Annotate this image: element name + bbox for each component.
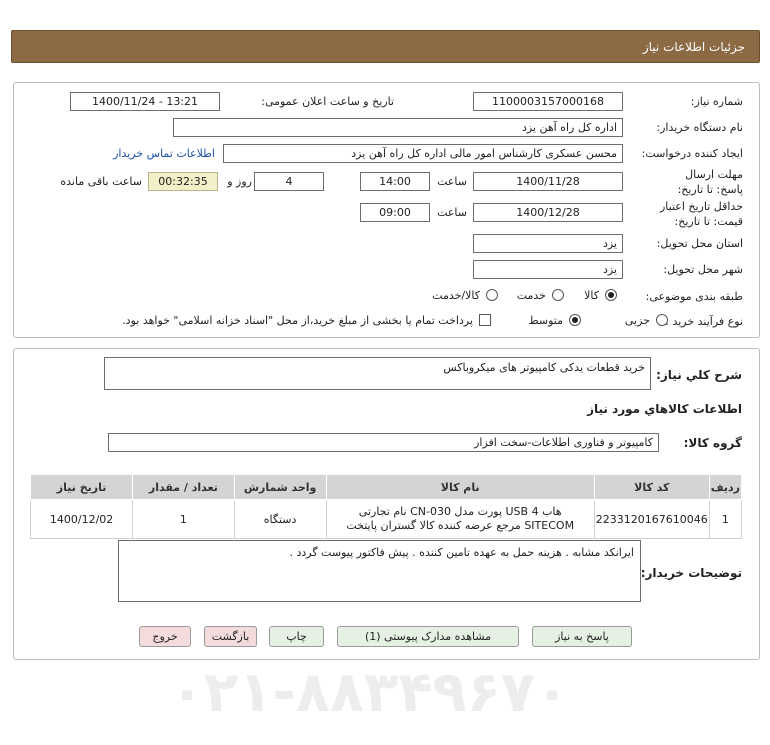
exit-button[interactable]: خروج (139, 626, 191, 647)
delivery-city-label: شهر محل تحویل: (663, 263, 743, 276)
category-option-goods: کالا (584, 289, 599, 302)
delivery-province-label: استان محل تحویل: (656, 237, 743, 250)
category-radio-service[interactable] (552, 289, 564, 301)
col-row: ردیف (708, 474, 743, 500)
validity-date-field: 1400/12/28 (473, 203, 623, 222)
col-date: تاریخ نیاز (29, 474, 134, 500)
category-option-service: خدمت (516, 289, 546, 302)
general-desc-label: شرح کلي نياز: (656, 368, 742, 382)
buyer-org-label: نام دستگاه خریدار: (656, 121, 743, 134)
col-code: کد کالا (593, 474, 710, 500)
cell-date: 1400/12/02 (29, 499, 134, 539)
buyer-contact-link[interactable]: اطلاعات تماس خریدار (113, 147, 215, 160)
delivery-province-field: یزد (473, 234, 623, 253)
treasury-payment-note: پرداخت تمام یا بخشی از مبلغ خرید،از محل … (122, 314, 473, 327)
category-label: طبقه بندی موضوعی: (645, 290, 743, 303)
page-header: جزئیات اطلاعات نیاز (11, 30, 760, 63)
treasury-payment-checkbox[interactable] (479, 314, 491, 326)
cell-qty: 1 (132, 499, 235, 539)
buyer-org-field: اداره کل راه آهن یزد (173, 118, 623, 137)
buyer-notes-field: ایرانکد مشابه . هزینه حمل به عهده تامین … (118, 540, 641, 602)
days-field: 4 (254, 172, 324, 191)
need-number-label: شماره نیاز: (690, 95, 743, 108)
goods-group-label: گروه کالا: (683, 436, 742, 450)
requester-label: ایجاد کننده درخواست: (641, 147, 743, 160)
col-unit: واحد شمارش (233, 474, 327, 500)
announce-datetime-field: 1400/11/24 - 13:21 (70, 92, 220, 111)
reply-time-label: ساعت (437, 175, 467, 188)
goods-table: ردیف کد کالا نام کالا واحد شمارش تعداد /… (29, 474, 743, 539)
process-option-small: جزیی (624, 314, 650, 327)
reply-button[interactable]: پاسخ به نیاز (532, 626, 632, 647)
remaining-time-field: 00:32:35 (148, 172, 218, 191)
cell-name: هاب USB 4 پورت مدل CN-030 نام تجارتی SIT… (325, 499, 595, 539)
process-radio-medium[interactable] (569, 314, 581, 326)
purchase-process-label: نوع فرآیند خرید : (665, 315, 743, 328)
delivery-city-field: یزد (473, 260, 623, 279)
page-title: جزئیات اطلاعات نیاز (642, 40, 745, 54)
back-button[interactable]: بازگشت (204, 626, 257, 647)
announce-datetime-label: تاریخ و ساعت اعلان عمومی: (261, 95, 394, 108)
table-row: 1 2233120167610046 هاب USB 4 پورت مدل CN… (29, 499, 743, 539)
price-validity-label: حداقل تاریخ اعتبار قیمت: تا تاریخ: (659, 200, 743, 228)
process-radio-small[interactable] (656, 314, 668, 326)
buyer-notes-label: توضیحات خریدار: (640, 566, 742, 580)
reply-deadline-label: مهلت ارسال پاسخ: تا تاریخ: (677, 168, 743, 196)
col-qty: تعداد / مقدار (132, 474, 235, 500)
requester-field: محسن عسکری کارشناس امور مالی اداره کل را… (223, 144, 623, 163)
attachments-button[interactable]: مشاهده مدارک پیوستی (1) (337, 626, 519, 647)
process-option-medium: متوسط (528, 314, 563, 327)
goods-group-field: کامپیوتر و فناوری اطلاعات-سخت افزار (108, 433, 659, 452)
print-button[interactable]: چاپ (269, 626, 324, 647)
category-radio-goods-service[interactable] (486, 289, 498, 301)
goods-info-title: اطلاعات کالاهاي مورد نياز (587, 402, 742, 416)
days-and-label: روز و (227, 175, 252, 188)
general-desc-field: خرید قطعات یدکی کامپیوتر های میکروباکس (104, 357, 651, 390)
col-name: نام کالا (325, 474, 595, 500)
cell-code: 2233120167610046 (593, 499, 710, 539)
category-radio-goods[interactable] (605, 289, 617, 301)
reply-time-field: 14:00 (360, 172, 430, 191)
cell-unit: دستگاه (233, 499, 327, 539)
validity-time-field: 09:00 (360, 203, 430, 222)
remaining-label: ساعت باقی مانده (60, 175, 142, 188)
validity-time-label: ساعت (437, 206, 467, 219)
reply-date-field: 1400/11/28 (473, 172, 623, 191)
category-option-goods-service: کالا/خدمت (432, 289, 480, 302)
watermark-phone: ۰۲۱-۸۸۳۴۹۶۷۰ (170, 660, 570, 725)
need-number-field: 1100003157000168 (473, 92, 623, 111)
cell-row: 1 (708, 499, 743, 539)
